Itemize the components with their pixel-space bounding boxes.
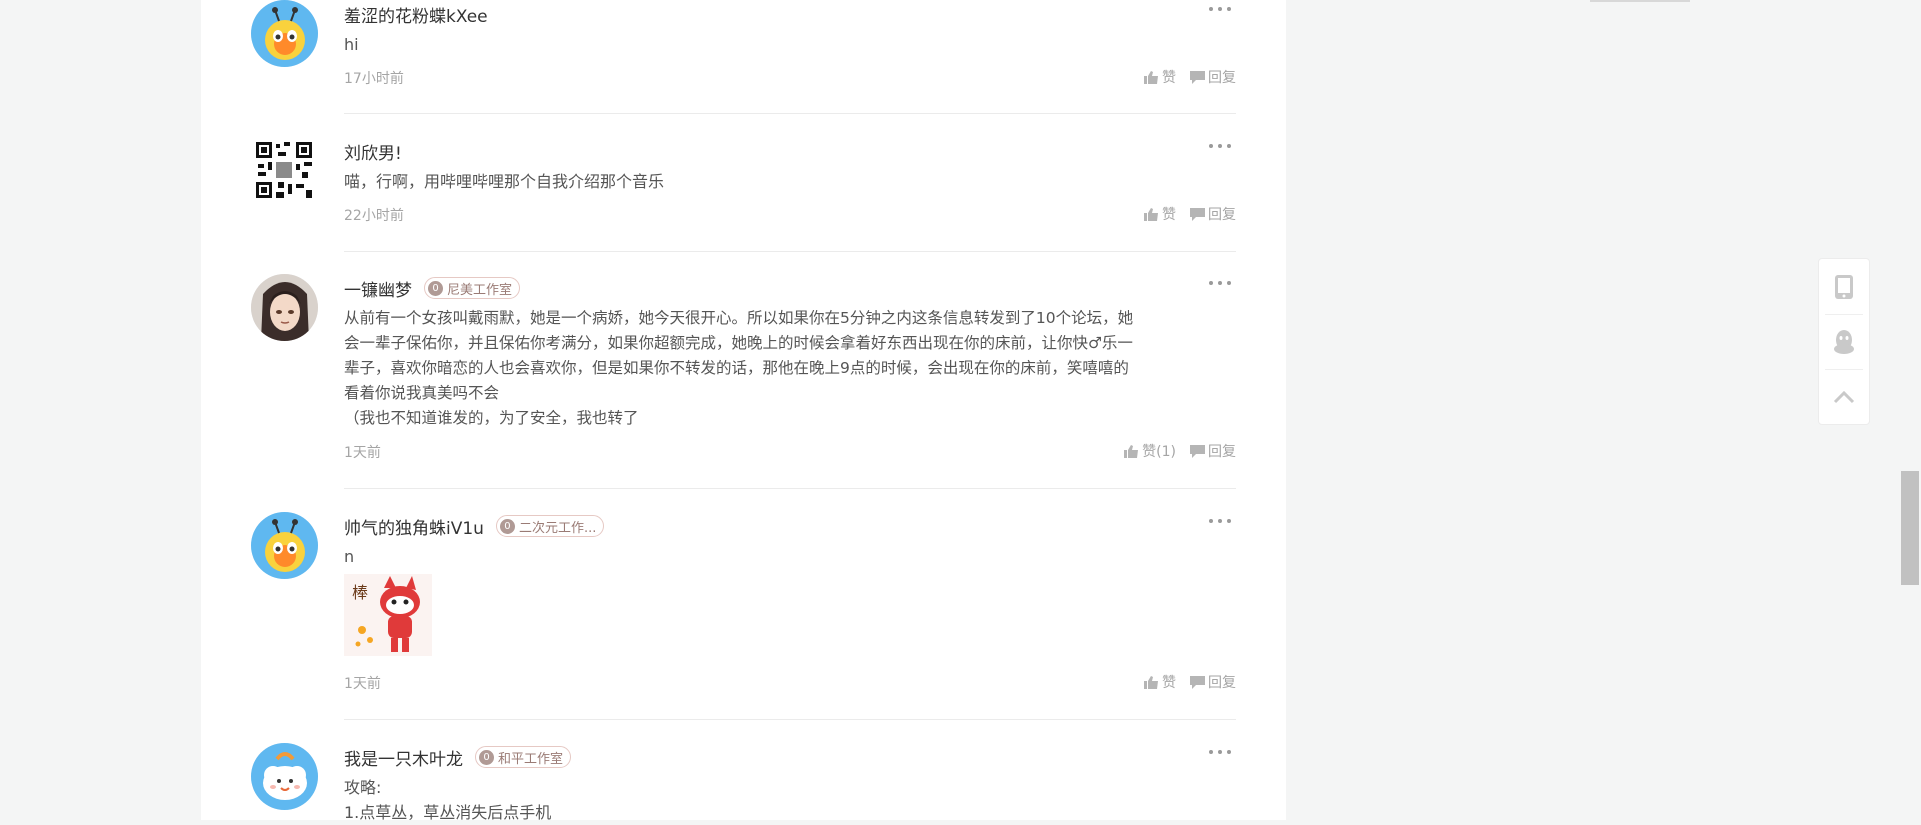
thumbs-up-icon bbox=[1144, 70, 1158, 84]
cloud-avatar-art bbox=[251, 743, 318, 810]
comment-actions: 赞 回复 bbox=[1144, 672, 1236, 692]
comment-divider bbox=[344, 719, 1236, 720]
bee-mascot-avatar[interactable] bbox=[251, 0, 318, 67]
header-edge bbox=[1590, 0, 1690, 2]
comment-header: 帅气的独角蛛iV1u 0 二次元工作... bbox=[344, 514, 605, 539]
more-options-icon[interactable] bbox=[1209, 144, 1231, 150]
anime-character-avatar[interactable] bbox=[251, 274, 318, 341]
cat-sticker-image[interactable]: 棒 bbox=[344, 574, 432, 656]
badge-label: 尼美工作室 bbox=[447, 282, 513, 298]
comment-header: 刘欣男! bbox=[344, 139, 402, 164]
comment-item: 刘欣男! 喵，行啊，用哔哩哔哩那个自我介绍那个音乐 22小时前 赞 回复 bbox=[201, 137, 1286, 252]
like-button[interactable]: 赞 bbox=[1144, 67, 1176, 87]
studio-badge[interactable]: 0 和平工作室 bbox=[475, 746, 572, 768]
username[interactable]: 刘欣男! bbox=[344, 139, 402, 164]
comment-header: 羞涩的花粉蝶kXee bbox=[344, 2, 488, 27]
page-scrollbar-track[interactable] bbox=[1899, 0, 1921, 820]
bee-avatar-art bbox=[251, 512, 318, 579]
back-to-top-icon bbox=[1833, 390, 1855, 404]
studio-badge[interactable]: 0 二次元工作... bbox=[495, 515, 605, 537]
like-label: 赞 bbox=[1162, 675, 1176, 691]
reply-button[interactable]: 回复 bbox=[1190, 204, 1236, 224]
reply-label: 回复 bbox=[1208, 444, 1236, 460]
comment-item: 帅气的独角蛛iV1u 0 二次元工作... n 棒 1天前 赞 回复 bbox=[201, 512, 1286, 720]
reply-button[interactable]: 回复 bbox=[1190, 672, 1236, 692]
reply-bubble-icon bbox=[1190, 444, 1205, 458]
comment-text: 从前有一个女孩叫戴雨默，她是一个病娇，她今天很开心。所以如果你在5分钟之内这条信… bbox=[344, 309, 1134, 427]
comment-text: 喵，行啊，用哔哩哔哩那个自我介绍那个音乐 bbox=[344, 172, 665, 191]
more-options-icon[interactable] bbox=[1209, 281, 1231, 287]
comment-text: 攻略: 1.点草丛，草丛消失后点手机 bbox=[344, 778, 552, 822]
anime-avatar-art bbox=[251, 274, 318, 341]
reply-button[interactable]: 回复 bbox=[1190, 441, 1236, 461]
comment-divider bbox=[344, 488, 1236, 489]
username[interactable]: 帅气的独角蛛iV1u bbox=[344, 514, 484, 539]
like-label: 赞 bbox=[1162, 207, 1176, 223]
reply-bubble-icon bbox=[1190, 207, 1205, 221]
reply-bubble-icon bbox=[1190, 675, 1205, 689]
cloud-mascot-avatar[interactable] bbox=[251, 743, 318, 810]
reply-label: 回复 bbox=[1208, 70, 1236, 86]
reply-label: 回复 bbox=[1208, 207, 1236, 223]
reply-label: 回复 bbox=[1208, 675, 1236, 691]
phone-icon bbox=[1835, 275, 1853, 299]
like-label: 赞(1) bbox=[1142, 444, 1176, 460]
more-options-icon[interactable] bbox=[1209, 7, 1231, 13]
comment-time: 17小时前 bbox=[344, 71, 404, 87]
comment-actions: 赞 回复 bbox=[1144, 204, 1236, 224]
comment-actions: 赞 回复 bbox=[1144, 67, 1236, 87]
like-button[interactable]: 赞 bbox=[1144, 672, 1176, 692]
mobile-app-button[interactable] bbox=[1819, 260, 1869, 314]
badge-level: 0 bbox=[499, 518, 515, 534]
like-button[interactable]: 赞 bbox=[1144, 204, 1176, 224]
floating-toolbar bbox=[1818, 258, 1870, 425]
comment-item: 羞涩的花粉蝶kXee hi 17小时前 赞 回复 bbox=[201, 0, 1286, 114]
comment-header: 一镰幽梦 0 尼美工作室 bbox=[344, 276, 521, 301]
comment-item: 我是一只木叶龙 0 和平工作室 攻略: 1.点草丛，草丛消失后点手机 bbox=[201, 743, 1286, 822]
comment-time: 1天前 bbox=[344, 676, 381, 692]
comment-text: n bbox=[344, 547, 355, 566]
qq-share-button[interactable] bbox=[1819, 315, 1869, 369]
studio-badge[interactable]: 0 尼美工作室 bbox=[424, 277, 521, 299]
badge-level: 0 bbox=[479, 749, 494, 765]
reply-bubble-icon bbox=[1190, 70, 1205, 84]
bee-mascot-avatar[interactable] bbox=[251, 512, 318, 579]
back-to-top-button[interactable] bbox=[1819, 370, 1869, 424]
page-scrollbar-thumb[interactable] bbox=[1901, 471, 1919, 585]
badge-label: 二次元工作... bbox=[518, 520, 597, 536]
bee-avatar-art bbox=[251, 0, 318, 67]
comment-header: 我是一只木叶龙 0 和平工作室 bbox=[344, 745, 572, 770]
cat-sticker-art: 棒 bbox=[344, 574, 432, 656]
comment-list: 羞涩的花粉蝶kXee hi 17小时前 赞 回复 刘欣男! 喵，行啊，用哔哩哔哩… bbox=[201, 0, 1286, 822]
sticker-caption: 棒 bbox=[352, 583, 368, 602]
username[interactable]: 羞涩的花粉蝶kXee bbox=[344, 2, 488, 27]
reply-button[interactable]: 回复 bbox=[1190, 67, 1236, 87]
comment-divider bbox=[344, 251, 1236, 252]
badge-level: 0 bbox=[428, 280, 443, 296]
comment-time: 22小时前 bbox=[344, 208, 404, 224]
thumbs-up-icon bbox=[1144, 207, 1158, 221]
badge-label: 和平工作室 bbox=[498, 751, 564, 767]
more-options-icon[interactable] bbox=[1209, 519, 1231, 525]
comment-time: 1天前 bbox=[344, 445, 381, 461]
comment-item: 一镰幽梦 0 尼美工作室 从前有一个女孩叫戴雨默，她是一个病娇，她今天很开心。所… bbox=[201, 274, 1286, 489]
comment-actions: 赞(1) 回复 bbox=[1124, 441, 1236, 461]
like-label: 赞 bbox=[1162, 70, 1176, 86]
username[interactable]: 我是一只木叶龙 bbox=[344, 745, 463, 770]
qq-penguin-icon bbox=[1834, 330, 1854, 354]
more-options-icon[interactable] bbox=[1209, 750, 1231, 756]
comment-divider bbox=[344, 113, 1236, 114]
comment-text: hi bbox=[344, 35, 359, 54]
thumbs-up-icon bbox=[1144, 675, 1158, 689]
qr-code-avatar[interactable] bbox=[254, 140, 314, 200]
username[interactable]: 一镰幽梦 bbox=[344, 276, 412, 301]
qr-code-art bbox=[254, 140, 314, 200]
thumbs-up-icon bbox=[1124, 444, 1139, 458]
like-button[interactable]: 赞(1) bbox=[1124, 441, 1176, 461]
